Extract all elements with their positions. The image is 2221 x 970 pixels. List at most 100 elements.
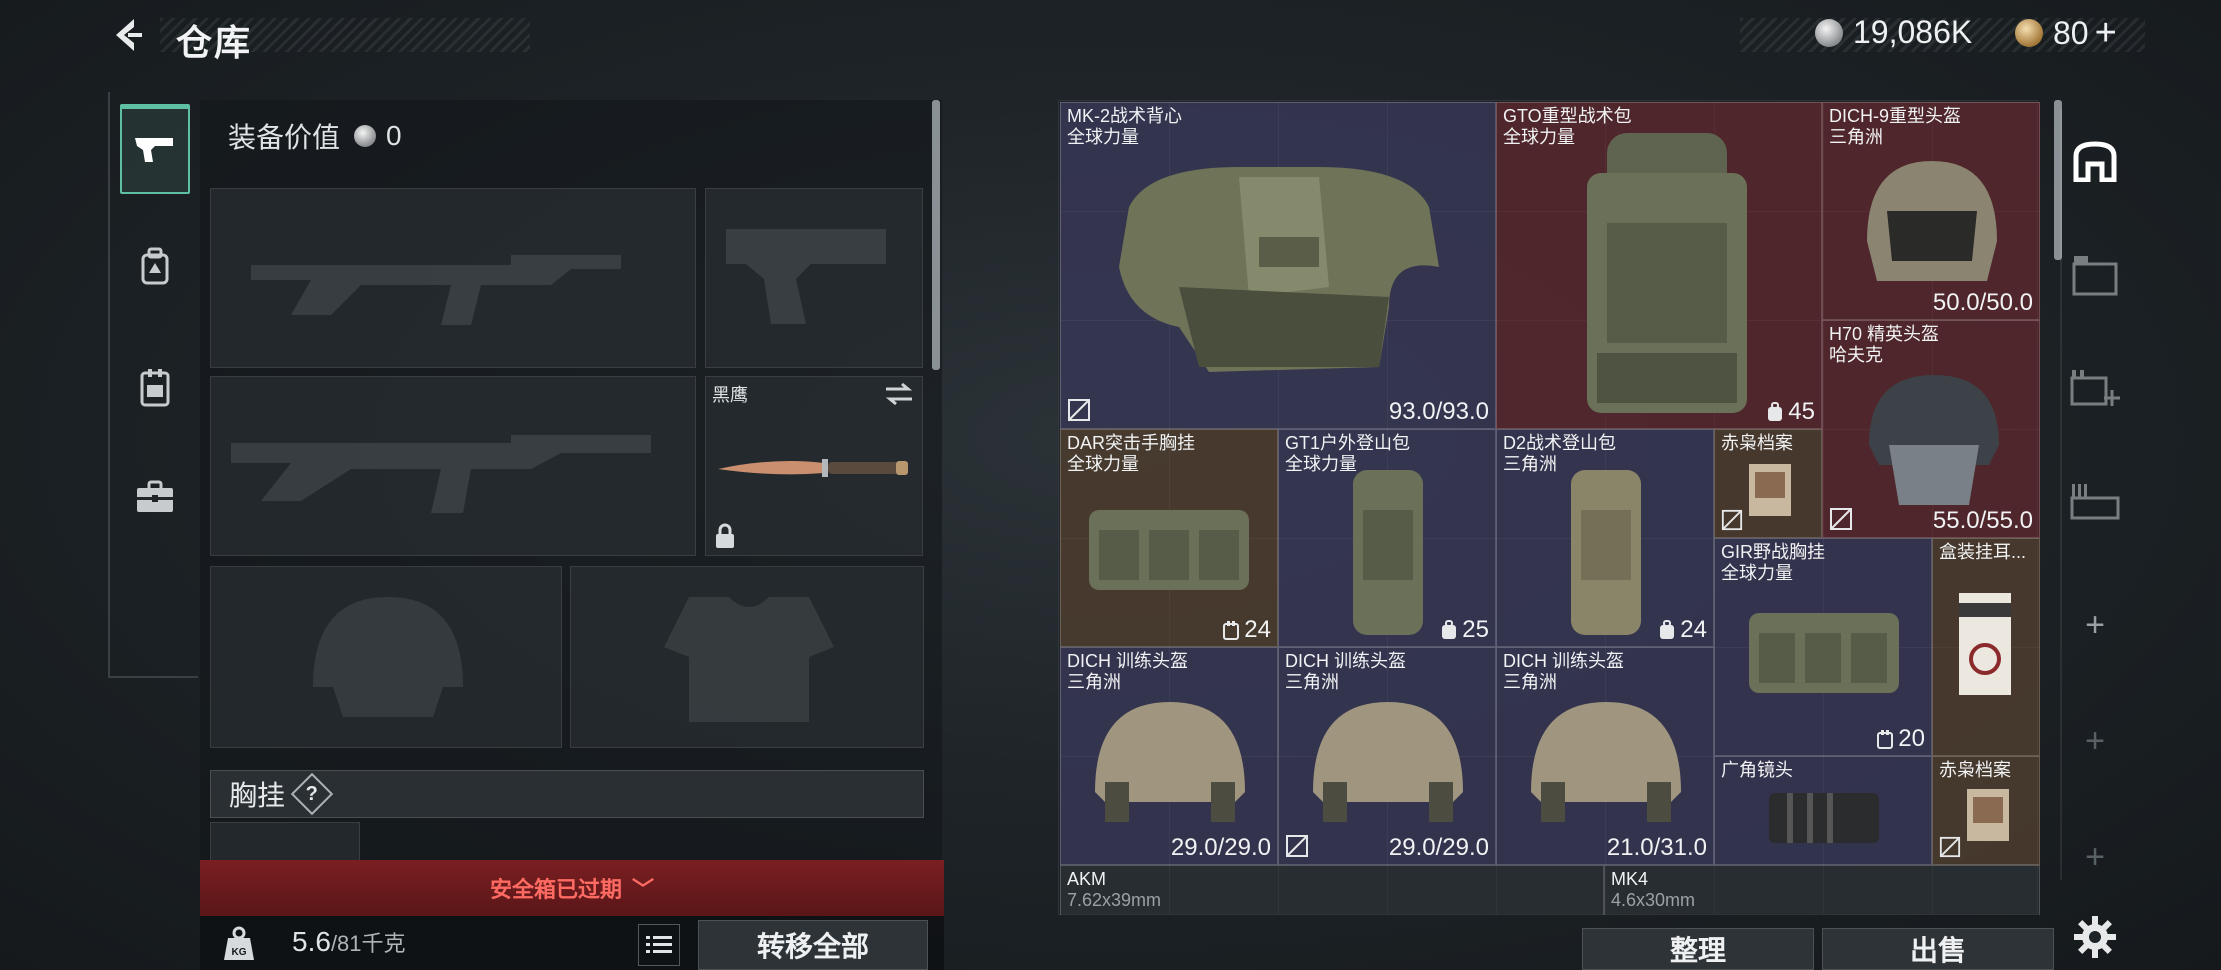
nav-toolboxes[interactable] — [120, 452, 190, 542]
inventory-item[interactable]: 广角镜头 — [1714, 756, 1932, 865]
item-origin: 全球力量 — [1067, 454, 1139, 474]
add-storage-icon — [2070, 370, 2120, 406]
inventory-item[interactable]: DAR突击手胸挂 全球力量 24 — [1060, 429, 1278, 647]
backpack-capacity-icon — [1442, 620, 1457, 639]
sell-button[interactable]: 出售 — [1822, 928, 2054, 970]
vest-slot[interactable] — [210, 822, 360, 862]
item-name: D2战术登山包 — [1503, 433, 1617, 453]
tool-add-slot[interactable]: + — [2060, 706, 2130, 776]
inventory-item[interactable]: AKM 7.62x39mm — [1060, 865, 1604, 915]
secondary-weapon-slot[interactable] — [210, 376, 696, 556]
equipment-scrollbar[interactable] — [932, 100, 940, 370]
nav-weapons[interactable] — [120, 104, 190, 194]
elite-helmet-icon — [1869, 375, 1999, 505]
inventory-item[interactable]: 赤枭档案 — [1714, 429, 1822, 538]
safe-house-icon — [2073, 141, 2117, 182]
transfer-all-button[interactable]: 转移全部 — [698, 920, 928, 970]
item-name: DICH 训练头盔 — [1285, 651, 1406, 671]
item-name: DAR突击手胸挂 — [1067, 433, 1196, 453]
tool-add-slot[interactable]: + — [2060, 590, 2130, 660]
inventory-item[interactable]: GTO重型战术包 全球力量 45 — [1496, 102, 1822, 429]
backpack-capacity-icon — [1660, 620, 1675, 639]
item-name: 盒装挂耳... — [1939, 542, 2027, 562]
inventory-item[interactable]: GT1户外登山包 全球力量 25 — [1278, 429, 1496, 647]
inventory-item[interactable]: GIR野战胸挂 全球力量 20 — [1714, 538, 1932, 756]
silver-currency: 19,086K — [1815, 14, 1972, 51]
item-origin: 三角洲 — [1829, 127, 1883, 147]
primary-weapon-slot[interactable] — [210, 188, 696, 368]
melee-slot[interactable]: 黑鹰 — [705, 376, 923, 556]
item-caliber: 4.6x30mm — [1611, 890, 1696, 910]
item-origin: 全球力量 — [1503, 127, 1575, 147]
equipment-value-label: 装备价值 — [228, 122, 341, 153]
add-currency-button[interactable]: + — [2095, 14, 2117, 52]
lock-icon — [716, 523, 734, 548]
inventory-item[interactable]: 赤枭档案 — [1932, 756, 2040, 865]
dossier-icon — [1749, 464, 1791, 516]
weight-bar: KG 5.6/81千克 转移全部 — [200, 916, 944, 970]
settings-button[interactable] — [2070, 912, 2120, 962]
item-name: MK-2战术背心 — [1067, 106, 1183, 126]
swap-icon[interactable] — [884, 381, 914, 407]
weight-icon: KG — [224, 926, 254, 960]
tool-add-slot[interactable]: + — [2060, 822, 2130, 892]
item-origin: 全球力量 — [1721, 563, 1793, 583]
inventory-item[interactable]: DICH 训练头盔 三角洲 29.0/29.0 — [1278, 647, 1496, 865]
hiking-backpack-icon — [1353, 470, 1423, 635]
safebox-expired-banner[interactable]: 安全箱已过期 ﹀ — [200, 860, 944, 916]
tool-safe-house[interactable] — [2060, 126, 2130, 196]
vest-section-header: 胸挂 ? — [210, 770, 924, 818]
nav-backpacks[interactable] — [120, 222, 190, 312]
tool-expand-storage[interactable] — [2060, 466, 2130, 536]
armor-slot[interactable] — [570, 566, 924, 748]
inventory-item[interactable]: DICH-9重型头盔 三角洲 50.0/50.0 — [1822, 102, 2040, 320]
list-view-button[interactable] — [638, 924, 680, 966]
plus-icon: + — [2085, 837, 2105, 876]
helmet-slot[interactable] — [210, 566, 562, 748]
gear-icon — [2074, 916, 2116, 958]
item-origin: 三角洲 — [1285, 672, 1339, 692]
item-name: 赤枭档案 — [1939, 760, 2011, 780]
item-name: DICH 训练头盔 — [1503, 651, 1624, 671]
item-capacity-value: 45 — [1788, 398, 1815, 425]
rifle-silhouette-icon — [251, 255, 621, 325]
item-durability: 29.0/29.0 — [1388, 834, 1489, 861]
help-icon[interactable]: ? — [290, 772, 334, 816]
equipment-panel: 装备价值 0 黑鹰 — [200, 100, 942, 870]
storage-crate-icon — [2072, 256, 2118, 296]
inventory-item[interactable]: MK-2战术背心 全球力量 93.0/93.0 — [1060, 102, 1496, 429]
sort-button[interactable]: 整理 — [1582, 928, 1814, 970]
pistol-slot[interactable] — [705, 188, 923, 368]
svg-text:KG: KG — [232, 947, 247, 958]
inventory-item[interactable]: DICH 训练头盔 三角洲 21.0/31.0 — [1496, 647, 1714, 865]
knife-icon — [718, 459, 908, 477]
no-bind-icon — [1068, 399, 1090, 421]
inventory-item[interactable]: MK4 4.6x30mm — [1604, 865, 2040, 915]
tactical-vest-icon — [1119, 167, 1439, 372]
pistol-icon — [135, 138, 173, 162]
silver-coin-icon — [354, 125, 377, 147]
no-bind-icon — [1721, 509, 1743, 531]
item-origin: 三角洲 — [1503, 672, 1557, 692]
coffee-box-icon — [1959, 593, 2011, 695]
nav-chest-rigs[interactable] — [120, 342, 190, 432]
inventory-item[interactable]: H70 精英头盔 哈夫克 55.0/55.0 — [1822, 320, 2040, 538]
backpack-icon — [141, 247, 169, 285]
inventory-item[interactable]: 盒装挂耳... — [1932, 538, 2040, 756]
armor-silhouette-icon — [664, 597, 834, 722]
tool-storage-crate[interactable] — [2060, 240, 2130, 310]
weight-text: 5.6/81千克 — [292, 926, 406, 958]
chest-rig-capacity-icon — [1223, 621, 1240, 640]
plus-icon: + — [2085, 605, 2105, 644]
chest-rig-icon — [140, 369, 170, 407]
expand-storage-icon — [2070, 484, 2120, 520]
item-durability: 50.0/50.0 — [1932, 289, 2033, 316]
item-capacity-value: 25 — [1462, 616, 1489, 643]
back-button[interactable] — [105, 12, 151, 58]
tool-add-storage[interactable] — [2060, 352, 2130, 422]
back-arrow-icon — [116, 19, 142, 51]
toolbox-icon — [137, 480, 173, 512]
item-name: GT1户外登山包 — [1285, 433, 1411, 453]
inventory-item[interactable]: D2战术登山包 三角洲 24 — [1496, 429, 1714, 647]
inventory-item[interactable]: DICH 训练头盔 三角洲 29.0/29.0 — [1060, 647, 1278, 865]
